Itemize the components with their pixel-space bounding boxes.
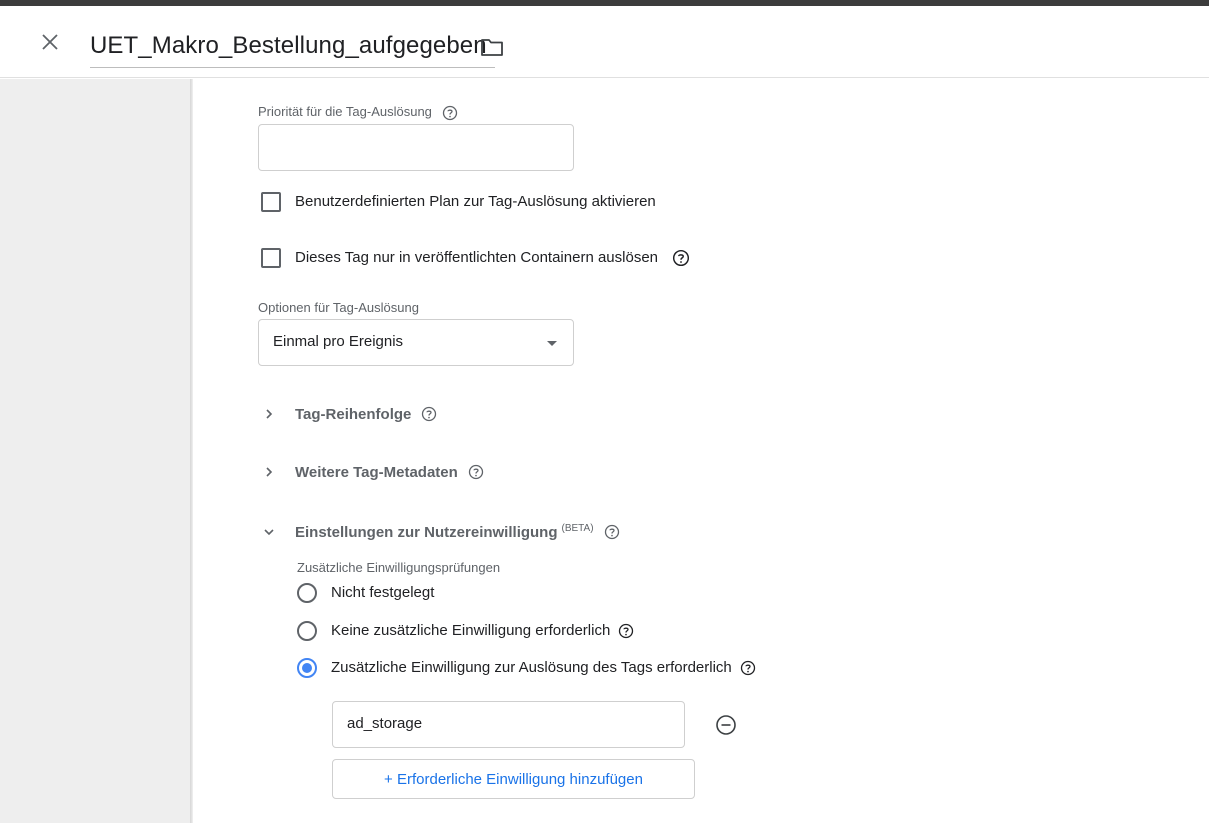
- section-title: Weitere Tag-Metadaten: [295, 463, 458, 481]
- section-tag-metadata[interactable]: Weitere Tag-Metadaten: [263, 458, 484, 486]
- tag-name-field[interactable]: UET_Makro_Bestellung_aufgegeben: [90, 28, 495, 68]
- published-only-row: Dieses Tag nur in veröffentlichten Conta…: [295, 249, 690, 267]
- close-button[interactable]: [36, 28, 64, 56]
- remove-circle-icon: [716, 715, 736, 735]
- close-icon: [42, 34, 58, 50]
- help-icon[interactable]: [740, 660, 756, 676]
- radio-require-additional-label: Zusätzliche Einwilligung zur Auslösung d…: [331, 659, 732, 676]
- firing-options-value: Einmal pro Ereignis: [273, 333, 404, 350]
- priority-label: Priorität für die Tag-Auslösung: [258, 104, 432, 119]
- help-icon[interactable]: [672, 249, 690, 267]
- published-only-checkbox[interactable]: [261, 248, 281, 268]
- radio-not-set-label: Nicht festgelegt: [331, 584, 435, 601]
- custom-schedule-label: Benutzerdefinierten Plan zur Tag-Auslösu…: [295, 193, 656, 210]
- published-only-label: Dieses Tag nur in veröffentlichten Conta…: [295, 249, 659, 266]
- radio-require-additional-row: Zusätzliche Einwilligung zur Auslösung d…: [331, 659, 756, 676]
- help-icon[interactable]: [604, 524, 620, 540]
- required-consent-value: ad_storage: [347, 715, 423, 732]
- chevron-right-icon: [266, 467, 273, 477]
- consent-section-title: Einstellungen zur Nutzereinwilligung: [295, 524, 558, 541]
- dropdown-arrow-icon: [547, 341, 557, 346]
- help-icon[interactable]: [421, 406, 437, 422]
- add-required-consent-button[interactable]: + Erforderliche Einwilligung hinzufügen: [332, 759, 695, 799]
- section-title: Einstellungen zur Nutzereinwilligung (BET…: [295, 523, 594, 541]
- custom-schedule-checkbox[interactable]: [261, 192, 281, 212]
- firing-options-label: Optionen für Tag-Auslösung: [258, 300, 419, 315]
- priority-input[interactable]: [258, 124, 574, 171]
- add-required-consent-label: + Erforderliche Einwilligung hinzufügen: [384, 770, 643, 788]
- tag-settings-panel: Priorität für die Tag-Auslösung Benutzer…: [193, 79, 1209, 823]
- beta-badge: (BETA): [561, 523, 594, 534]
- radio-no-additional-consent[interactable]: [297, 621, 317, 641]
- radio-no-additional-label: Keine zusätzliche Einwilligung erforderl…: [331, 622, 611, 639]
- help-icon[interactable]: [468, 464, 484, 480]
- firing-options-select[interactable]: Einmal pro Ereignis: [258, 319, 574, 366]
- page-title: UET_Makro_Bestellung_aufgegeben: [90, 32, 487, 59]
- priority-label-row: Priorität für die Tag-Auslösung: [258, 104, 458, 121]
- radio-require-additional-consent[interactable]: [297, 658, 317, 678]
- chevron-down-icon: [264, 529, 274, 536]
- section-tag-sequencing[interactable]: Tag-Reihenfolge: [263, 400, 437, 428]
- radio-no-additional-row: Keine zusätzliche Einwilligung erforderl…: [331, 622, 634, 639]
- section-title: Tag-Reihenfolge: [295, 405, 412, 423]
- radio-not-set[interactable]: [297, 583, 317, 603]
- help-icon[interactable]: [618, 623, 634, 639]
- remove-consent-button[interactable]: [715, 714, 737, 736]
- required-consent-input[interactable]: ad_storage: [332, 701, 685, 748]
- folder-icon: [481, 39, 503, 56]
- folder-button[interactable]: [480, 36, 506, 60]
- header: UET_Makro_Bestellung_aufgegeben: [0, 6, 1209, 78]
- chevron-right-icon: [266, 409, 273, 419]
- consent-checks-label: Zusätzliche Einwilligungsprüfungen: [297, 560, 501, 575]
- help-icon[interactable]: [442, 105, 458, 121]
- left-panel: [0, 79, 190, 823]
- section-consent-settings[interactable]: Einstellungen zur Nutzereinwilligung (BET…: [263, 518, 620, 546]
